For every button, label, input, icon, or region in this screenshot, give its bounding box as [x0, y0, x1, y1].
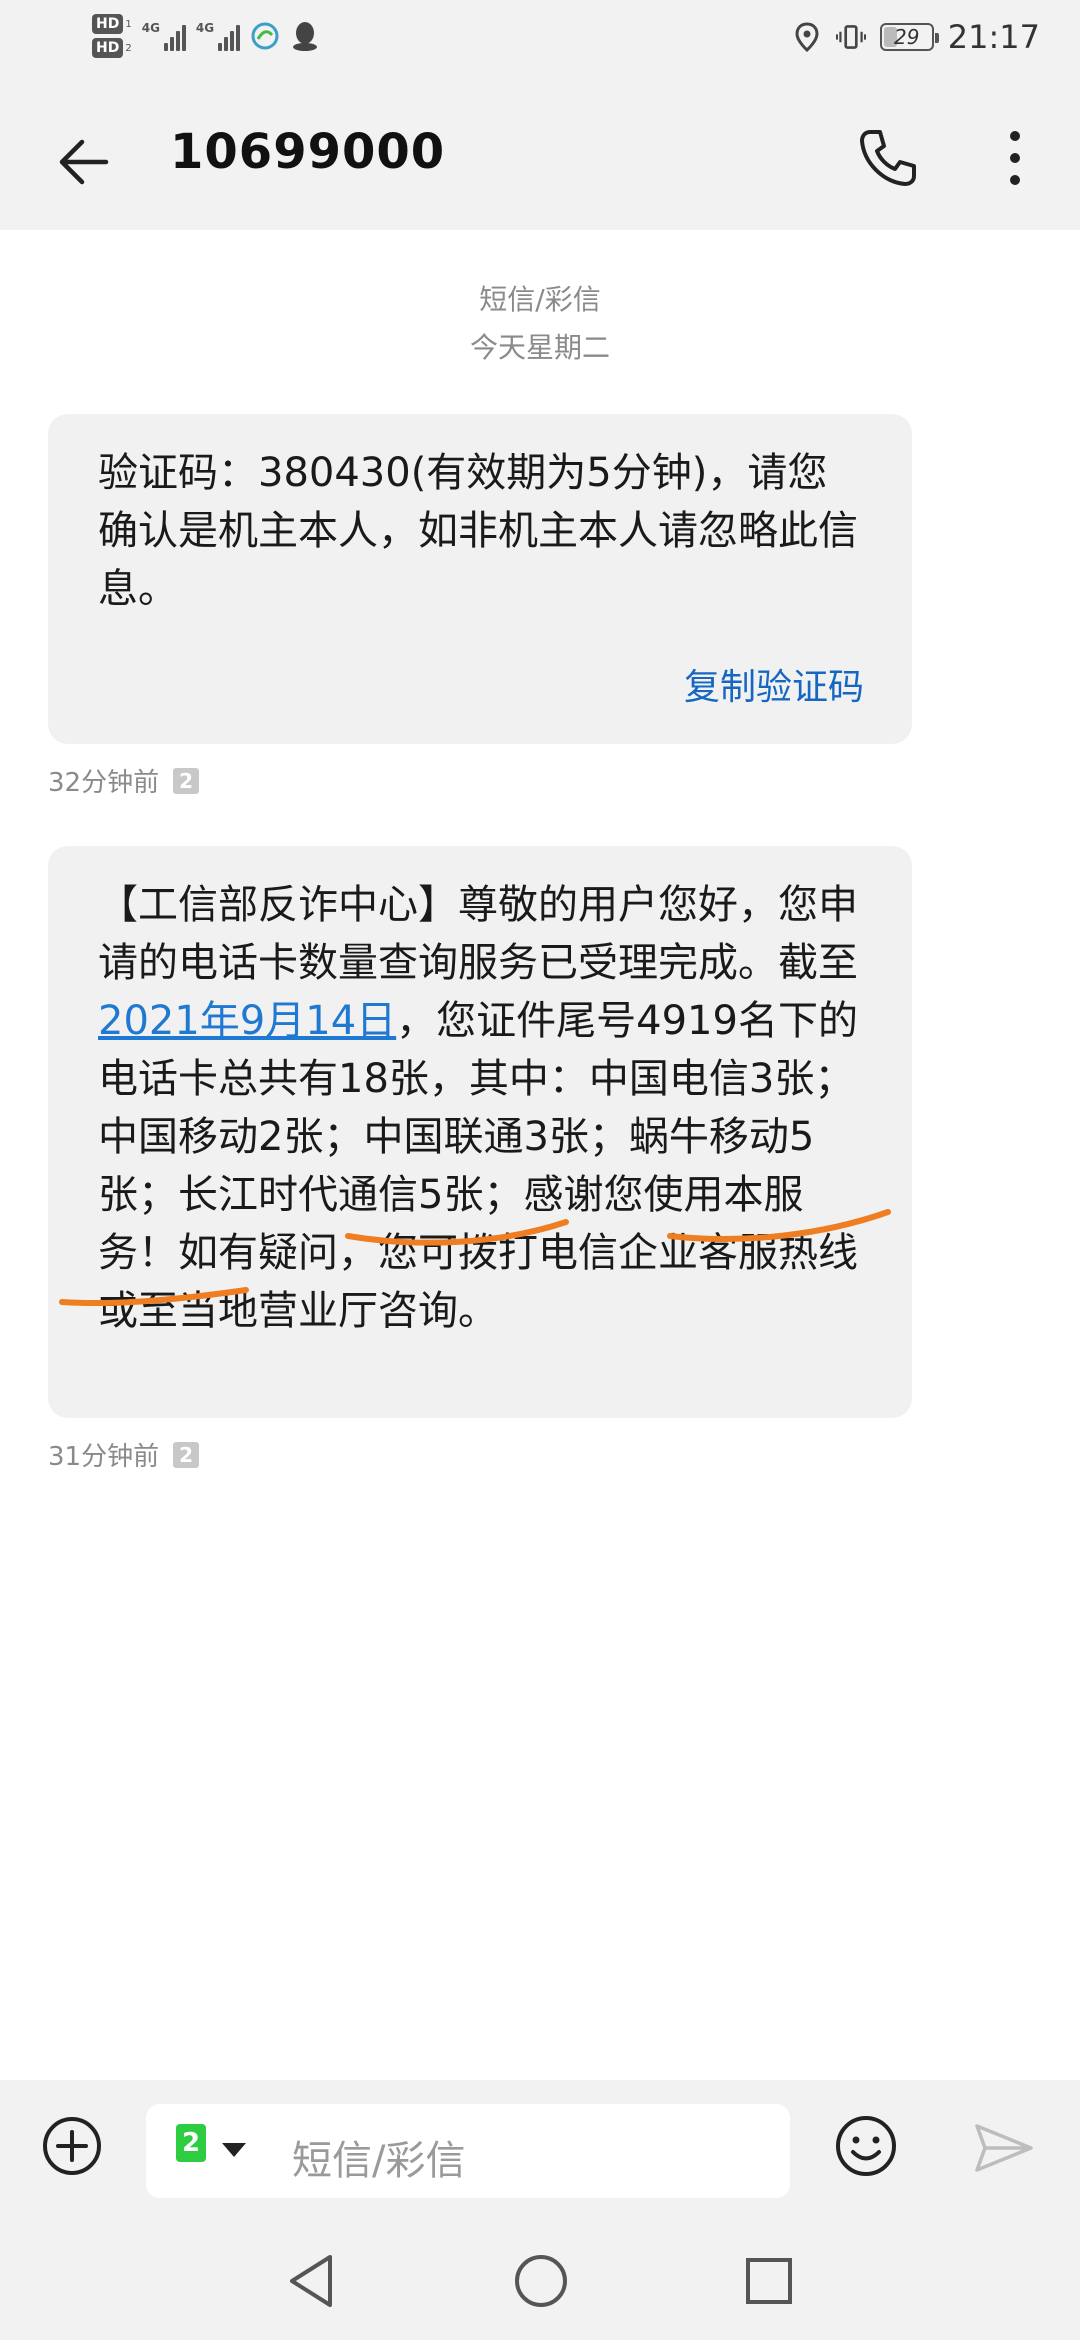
- more-vertical-icon: [1010, 131, 1020, 185]
- hd-sim2: HD 2: [92, 38, 132, 58]
- message-text-part: 【工信部反诈中心】尊敬的用户您好，您申请的电话卡数量查询服务已受理完成。截至: [98, 882, 858, 986]
- hd-badge: HD: [92, 38, 124, 58]
- input-placeholder: 短信/彩信: [292, 2138, 466, 2184]
- sim-card-icon: 2: [173, 1441, 200, 1468]
- qq-icon: [290, 21, 320, 51]
- send-icon: [975, 2124, 1033, 2172]
- hd-sim-number: 1: [125, 18, 132, 30]
- circle-home-icon: [515, 2255, 567, 2307]
- message-meta: 32分钟前 2: [48, 762, 200, 799]
- nav-back-button[interactable]: [276, 2246, 346, 2316]
- message-input[interactable]: 1 2 短信/彩信: [146, 2104, 790, 2198]
- date-label: 今天星期二: [469, 331, 610, 364]
- sim-card-icon: 2: [173, 767, 200, 794]
- clock: 21:17: [947, 18, 1040, 56]
- battery-percent: 29: [894, 25, 920, 49]
- app-bar: 10699000: [0, 86, 1080, 230]
- more-options-button[interactable]: [980, 116, 1050, 200]
- hd-indicators: HD 1 HD 2: [92, 14, 132, 58]
- message-text: 验证码：380430(有效期为5分钟)，请您确认是机主本人，如非机主本人请忽略此…: [98, 450, 858, 612]
- nav-home-button[interactable]: [506, 2246, 576, 2316]
- network-type: 4G: [141, 21, 160, 35]
- battery-icon: 29: [879, 23, 939, 51]
- sim-front-number: 2: [176, 2124, 206, 2162]
- sim-card-icon: 1 2: [176, 2124, 216, 2176]
- network-type: 4G: [195, 21, 215, 35]
- message-type-label: 短信/彩信: [479, 283, 601, 316]
- arrow-left-icon: [59, 139, 109, 185]
- copy-code-button[interactable]: 复制验证码: [684, 658, 864, 710]
- location-icon: [792, 22, 822, 52]
- back-button[interactable]: [44, 122, 124, 202]
- phone-icon: [860, 130, 916, 186]
- hd-sim-number: 2: [125, 42, 132, 54]
- status-left: HD 1 HD 2 4G 4G: [92, 14, 320, 58]
- plus-circle-icon: [43, 2117, 101, 2175]
- message-bubble[interactable]: 验证码：380430(有效期为5分钟)，请您确认是机主本人，如非机主本人请忽略此…: [48, 414, 912, 744]
- system-nav-bar: [0, 2220, 1080, 2340]
- message-time: 32分钟前: [48, 768, 160, 798]
- signal-sim1-icon: 4G: [142, 21, 186, 51]
- dropdown-arrow-icon: [222, 2143, 246, 2157]
- sim-selector[interactable]: 1 2: [176, 2124, 246, 2176]
- hd-badge: HD: [92, 14, 124, 34]
- status-right: 29 21:17: [792, 18, 1040, 56]
- emoji-button[interactable]: [830, 2110, 902, 2182]
- add-attachment-button[interactable]: [38, 2112, 106, 2180]
- send-button[interactable]: [968, 2112, 1040, 2184]
- message-text: 【工信部反诈中心】尊敬的用户您好，您申请的电话卡数量查询服务已受理完成。截至 20…: [98, 876, 862, 1340]
- call-button[interactable]: [846, 116, 930, 200]
- hd-sim1: HD 1: [92, 14, 132, 34]
- contact-title: 10699000: [170, 124, 446, 180]
- smiley-icon: [836, 2116, 896, 2176]
- vibrate-icon: [835, 22, 866, 52]
- square-recents-icon: [746, 2258, 792, 2304]
- message-bubble[interactable]: 【工信部反诈中心】尊敬的用户您好，您申请的电话卡数量查询服务已受理完成。截至 20…: [48, 846, 912, 1418]
- nav-recents-button[interactable]: [734, 2246, 804, 2316]
- signal-sim2-icon: 4G: [195, 21, 241, 51]
- message-meta: 31分钟前 2: [48, 1436, 200, 1473]
- message-time: 31分钟前: [48, 1442, 160, 1472]
- status-bar: HD 1 HD 2 4G 4G 29 21:17: [0, 0, 1080, 86]
- message-text-part: ，您证件尾号4919名下的电话卡总共有18张，其中：中国电信3张；中国移动2张；…: [98, 998, 858, 1334]
- triangle-back-icon: [290, 2255, 332, 2307]
- china-mobile-icon: [250, 21, 280, 51]
- composer-bar: 1 2 短信/彩信: [0, 2080, 1080, 2220]
- date-link[interactable]: 2021年9月14日: [98, 998, 396, 1044]
